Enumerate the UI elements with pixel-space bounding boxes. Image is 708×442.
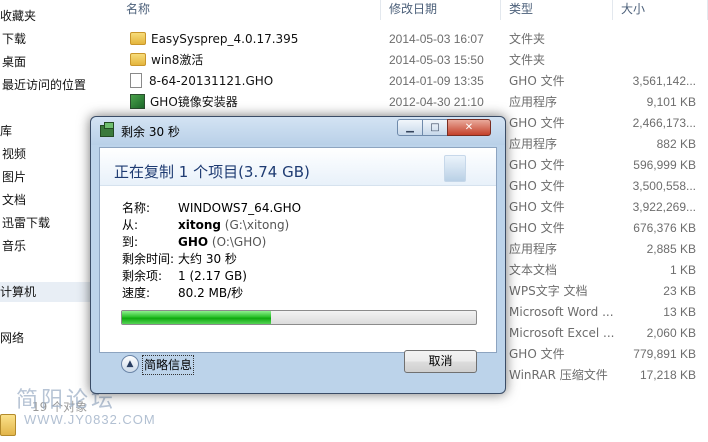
info-label: 名称: xyxy=(122,201,151,215)
nav-favorites[interactable]: 收藏夹 xyxy=(0,6,36,26)
file-row[interactable]: GHO镜像安装器 2012-04-30 21:10 应用程序 9,101 KB xyxy=(118,92,708,113)
file-size: 23 KB xyxy=(663,284,696,298)
column-header-date[interactable]: 修改日期 xyxy=(381,0,501,20)
file-icon xyxy=(130,73,142,88)
nav-pictures[interactable]: 图片 xyxy=(2,167,26,187)
file-type: GHO 文件 xyxy=(509,116,565,130)
file-size: 779,891 KB xyxy=(633,347,696,361)
file-size: 2,060 KB xyxy=(646,326,696,340)
info-label: 速度: xyxy=(122,286,151,300)
nav-xunlei-downloads[interactable]: 迅雷下载 xyxy=(2,213,50,233)
nav-desktop[interactable]: 桌面 xyxy=(2,52,26,72)
file-size: 9,101 KB xyxy=(646,95,696,109)
info-value: WINDOWS7_64.GHO xyxy=(178,201,302,215)
nav-downloads[interactable]: 下载 xyxy=(2,29,26,49)
info-label: 剩余时间: xyxy=(122,252,175,266)
destination-path: (O:\GHO) xyxy=(208,235,267,249)
source-folder-link[interactable]: xitong xyxy=(178,218,221,232)
file-date: 2014-05-03 15:50 xyxy=(389,53,484,67)
file-size: 13 KB xyxy=(663,305,696,319)
file-type: GHO 文件 xyxy=(509,347,565,361)
file-type: 应用程序 xyxy=(509,95,558,109)
file-size: 1 KB xyxy=(669,263,696,277)
file-size: 882 KB xyxy=(656,137,696,151)
file-size: 2,885 KB xyxy=(646,242,696,256)
nav-documents[interactable]: 文档 xyxy=(2,190,26,210)
heading-band: 正在复制 1 个项目(3.74 GB) xyxy=(100,148,496,186)
file-date: 2012-04-30 21:10 xyxy=(389,95,484,109)
dialog-title: 剩余 30 秒 xyxy=(121,125,180,139)
file-size xyxy=(618,29,696,50)
close-button[interactable]: ✕ xyxy=(447,119,491,136)
column-header-size[interactable]: 大小 xyxy=(613,0,708,20)
file-size: 3,500,558... xyxy=(632,179,696,193)
folder-icon xyxy=(130,32,146,45)
file-date: 2014-01-09 13:35 xyxy=(389,74,484,88)
dialog-titlebar[interactable]: 剩余 30 秒 ▁ □ ✕ xyxy=(91,117,505,145)
column-header-type[interactable]: 类型 xyxy=(501,0,613,20)
file-type: Microsoft Excel ... xyxy=(509,326,615,340)
file-type: 文件夹 xyxy=(509,53,546,67)
file-type: WPS文字 文档 xyxy=(509,284,588,298)
file-size: 17,218 KB xyxy=(639,368,696,382)
progress-fill xyxy=(122,311,271,324)
copy-progress-bar xyxy=(121,310,477,325)
app-icon xyxy=(130,94,145,109)
info-value: 大约 30 秒 xyxy=(178,252,237,266)
file-name: GHO镜像安装器 xyxy=(150,95,238,109)
nav-recent-places[interactable]: 最近访问的位置 xyxy=(2,75,86,95)
file-type: GHO 文件 xyxy=(509,200,565,214)
nav-network[interactable]: 网络 xyxy=(0,328,24,348)
document-icon xyxy=(444,155,466,182)
file-row[interactable]: EasySysprep_4.0.17.395 2014-05-03 16:07 … xyxy=(118,29,708,50)
nav-libraries[interactable]: 库 xyxy=(0,121,12,141)
destination-folder-link[interactable]: GHO xyxy=(178,235,208,249)
file-type: GHO 文件 xyxy=(509,221,565,235)
details-label[interactable]: 简略信息 xyxy=(142,355,195,375)
file-size: 3,561,142... xyxy=(632,74,696,88)
copy-heading: 正在复制 1 个项目(3.74 GB) xyxy=(114,163,310,181)
folder-icon xyxy=(130,53,146,66)
folder-icon xyxy=(0,414,16,436)
nav-videos[interactable]: 视频 xyxy=(2,144,26,164)
nav-music[interactable]: 音乐 xyxy=(2,236,26,256)
file-size: 676,376 KB xyxy=(633,221,696,235)
info-value: 80.2 MB/秒 xyxy=(178,286,244,300)
file-type: WinRAR 压缩文件 xyxy=(509,368,608,382)
file-type: 应用程序 xyxy=(509,137,558,151)
file-size: 2,466,173... xyxy=(632,116,696,130)
file-row[interactable]: 8-64-20131121.GHO 2014-01-09 13:35 GHO 文… xyxy=(118,71,708,92)
info-value: GHO (O:\GHO) xyxy=(178,234,266,250)
file-size: 596,999 KB xyxy=(633,158,696,172)
file-type: 文本文档 xyxy=(509,263,558,277)
info-value: xitong (G:\xitong) xyxy=(178,217,289,233)
file-type: GHO 文件 xyxy=(509,74,565,88)
file-type: GHO 文件 xyxy=(509,158,565,172)
file-size: 3,922,269... xyxy=(632,200,696,214)
file-type: 文件夹 xyxy=(509,32,546,46)
cancel-button[interactable]: 取消 xyxy=(404,350,477,373)
file-name: EasySysprep_4.0.17.395 xyxy=(151,32,299,46)
dialog-content: 正在复制 1 个项目(3.74 GB) 名称: WINDOWS7_64.GHO … xyxy=(99,147,497,353)
file-type: Microsoft Word ... xyxy=(509,305,614,319)
file-name: win8激活 xyxy=(151,53,204,67)
file-type: GHO 文件 xyxy=(509,179,565,193)
column-header-name[interactable]: 名称 xyxy=(118,0,381,20)
file-date: 2014-05-03 16:07 xyxy=(389,32,484,46)
file-name: 8-64-20131121.GHO xyxy=(149,74,274,88)
minimize-button[interactable]: ▁ xyxy=(397,119,423,136)
file-type: 应用程序 xyxy=(509,242,558,256)
info-label: 从: xyxy=(122,218,139,232)
info-label: 到: xyxy=(122,235,139,249)
copy-icon xyxy=(100,122,114,137)
file-size xyxy=(618,50,696,71)
source-path: (G:\xitong) xyxy=(220,218,290,232)
copy-progress-dialog: 剩余 30 秒 ▁ □ ✕ 正在复制 1 个项目(3.74 GB) 名称: WI… xyxy=(90,116,506,394)
chevron-up-icon[interactable]: ▲ xyxy=(121,355,139,373)
file-row[interactable]: win8激活 2014-05-03 15:50 文件夹 xyxy=(118,50,708,71)
watermark-url: WWW.JY0832.COM xyxy=(24,412,156,427)
maximize-button[interactable]: □ xyxy=(422,119,448,136)
info-label: 剩余项: xyxy=(122,269,163,283)
info-value: 1 (2.17 GB) xyxy=(178,269,247,283)
